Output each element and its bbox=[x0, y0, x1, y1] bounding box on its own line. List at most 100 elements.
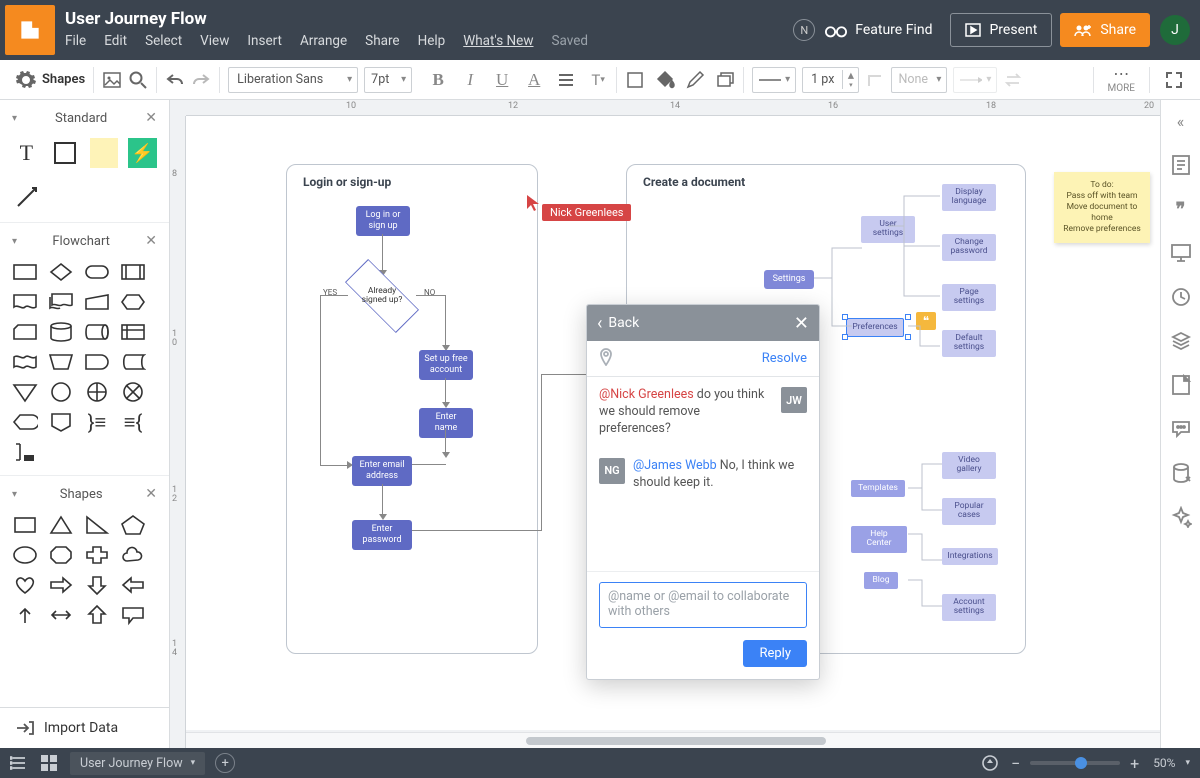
shape-tape[interactable] bbox=[12, 351, 38, 373]
italic-button[interactable]: I bbox=[460, 70, 480, 90]
shape-merge[interactable] bbox=[12, 381, 38, 403]
shape-arrow-right[interactable] bbox=[48, 574, 74, 596]
shape-document[interactable] bbox=[12, 291, 38, 313]
node-setup-account[interactable]: Set up free account bbox=[419, 350, 473, 380]
shape-terminator[interactable] bbox=[84, 261, 110, 283]
shape-connector[interactable] bbox=[48, 381, 74, 403]
line-style-select[interactable] bbox=[752, 67, 796, 93]
present-button[interactable]: Present bbox=[950, 13, 1052, 47]
node-help-center[interactable]: Help Center bbox=[851, 526, 907, 553]
shape-arrow-up2[interactable] bbox=[84, 604, 110, 626]
shape-manualop[interactable] bbox=[48, 351, 74, 373]
shape-sum[interactable] bbox=[120, 381, 146, 403]
shape-internal[interactable] bbox=[120, 321, 146, 343]
node-page-settings[interactable]: Page settings bbox=[942, 284, 996, 311]
shapes-panel-toggle[interactable]: Shapes bbox=[16, 70, 85, 90]
shape-brace-open[interactable]: ≡{ bbox=[120, 411, 146, 433]
comments-panel-icon[interactable] bbox=[1170, 418, 1192, 440]
node-account-settings[interactable]: Account settings bbox=[942, 594, 996, 621]
shape-display[interactable] bbox=[12, 411, 38, 433]
canvas-area[interactable]: 10 12 14 16 18 20 8 1 0 1 2 1 4 Login or… bbox=[170, 100, 1160, 748]
theme-panel-icon[interactable] bbox=[1170, 374, 1192, 396]
shape-delay[interactable] bbox=[84, 351, 110, 373]
back-button[interactable]: ‹Back bbox=[597, 313, 639, 334]
undo-icon[interactable] bbox=[165, 70, 185, 90]
smart-tool[interactable]: ⚡ bbox=[128, 138, 157, 168]
menu-insert[interactable]: Insert bbox=[247, 33, 282, 49]
close-icon[interactable]: ✕ bbox=[794, 313, 809, 334]
quotes-panel-icon[interactable]: ❞ bbox=[1170, 198, 1192, 220]
redo-icon[interactable] bbox=[191, 70, 211, 90]
group-login[interactable]: Login or sign-up bbox=[286, 164, 538, 654]
history-panel-icon[interactable] bbox=[1170, 286, 1192, 308]
node-display-language[interactable]: Display language bbox=[942, 184, 996, 211]
zoom-out-button[interactable]: − bbox=[1011, 754, 1020, 773]
outline-view-icon[interactable] bbox=[10, 754, 28, 772]
shape-heart[interactable] bbox=[12, 574, 38, 596]
close-icon[interactable]: ✕ bbox=[145, 486, 157, 502]
shape-ellipse[interactable] bbox=[12, 544, 38, 566]
shape-storeddata[interactable] bbox=[120, 351, 146, 373]
node-popular-cases[interactable]: Popular cases bbox=[942, 498, 996, 525]
grid-view-icon[interactable] bbox=[40, 754, 58, 772]
layers-action-icon[interactable] bbox=[715, 70, 735, 90]
shape-callout[interactable] bbox=[120, 604, 146, 626]
panel-header-flowchart[interactable]: Flowchart✕ bbox=[0, 223, 169, 257]
node-change-password[interactable]: Change password bbox=[942, 234, 996, 261]
resolve-button[interactable]: Resolve bbox=[762, 351, 807, 366]
node-enter-name[interactable]: Enter name bbox=[419, 408, 473, 438]
node-templates[interactable]: Templates bbox=[851, 480, 905, 497]
add-page-button[interactable]: + bbox=[215, 753, 235, 773]
node-preferences-selected[interactable]: Preferences bbox=[846, 318, 904, 337]
menu-whats-new[interactable]: What's New bbox=[463, 33, 533, 49]
menu-select[interactable]: Select bbox=[145, 33, 182, 49]
node-decision-signed-up[interactable]: Already signed up? bbox=[346, 272, 418, 320]
bold-button[interactable]: B bbox=[428, 70, 448, 90]
shape-triangle[interactable] bbox=[48, 514, 74, 536]
shape-arrow-up[interactable] bbox=[12, 604, 38, 626]
shape-arrow-left[interactable] bbox=[120, 574, 146, 596]
text-options-button[interactable]: T▾ bbox=[588, 70, 608, 90]
scrollbar-thumb[interactable] bbox=[526, 737, 826, 745]
shape-or[interactable] bbox=[84, 381, 110, 403]
shape-brace-close[interactable]: }≡ bbox=[84, 411, 110, 433]
arrow-style-select[interactable] bbox=[953, 67, 997, 93]
shape-arrow-down[interactable] bbox=[84, 574, 110, 596]
scrollbar-horizontal[interactable] bbox=[186, 732, 1160, 748]
sticky-note[interactable]: To do: Pass off with team Move document … bbox=[1054, 172, 1150, 243]
line-ends-select[interactable]: None bbox=[891, 67, 947, 93]
shape-directdata[interactable] bbox=[84, 321, 110, 343]
comment-marker-icon[interactable]: ❝ bbox=[916, 312, 936, 330]
node-settings[interactable]: Settings bbox=[764, 270, 814, 289]
node-blog[interactable]: Blog bbox=[864, 572, 898, 589]
document-title[interactable]: User Journey Flow bbox=[65, 9, 588, 29]
menu-edit[interactable]: Edit bbox=[104, 33, 127, 49]
shape-pentagon[interactable] bbox=[120, 514, 146, 536]
page-select[interactable]: User Journey Flow bbox=[70, 752, 205, 775]
shape-predefined[interactable] bbox=[120, 261, 146, 283]
shape-arrow-lr[interactable] bbox=[48, 604, 74, 626]
shape-hexagon[interactable] bbox=[120, 291, 146, 313]
panel-header-shapes[interactable]: Shapes✕ bbox=[0, 476, 169, 510]
shape-multidoc[interactable] bbox=[48, 291, 74, 313]
node-enter-password[interactable]: Enter password bbox=[352, 520, 412, 550]
menu-view[interactable]: View bbox=[200, 33, 229, 49]
menu-arrange[interactable]: Arrange bbox=[300, 33, 347, 49]
node-integrations[interactable]: Integrations bbox=[942, 548, 998, 565]
zoom-value[interactable]: 50% bbox=[1153, 756, 1175, 770]
zoom-menu-icon[interactable]: ▾ bbox=[1185, 758, 1190, 768]
node-user-settings[interactable]: User settings bbox=[861, 216, 915, 243]
shape-note[interactable] bbox=[12, 441, 38, 463]
data-panel-icon[interactable] bbox=[1170, 462, 1192, 484]
shape-database[interactable] bbox=[48, 321, 74, 343]
feature-find-button[interactable]: Feature Find bbox=[825, 22, 932, 38]
underline-button[interactable]: U bbox=[492, 70, 512, 90]
search-icon[interactable] bbox=[128, 70, 148, 90]
shape-cross[interactable] bbox=[84, 544, 110, 566]
shape-style-icon[interactable] bbox=[625, 70, 645, 90]
line-tool[interactable] bbox=[12, 182, 42, 212]
page[interactable]: Login or sign-up Log in or sign up Alrea… bbox=[286, 164, 1156, 684]
fill-icon[interactable] bbox=[655, 70, 675, 90]
shape-rect[interactable] bbox=[12, 514, 38, 536]
sync-status-icon[interactable] bbox=[981, 754, 999, 772]
